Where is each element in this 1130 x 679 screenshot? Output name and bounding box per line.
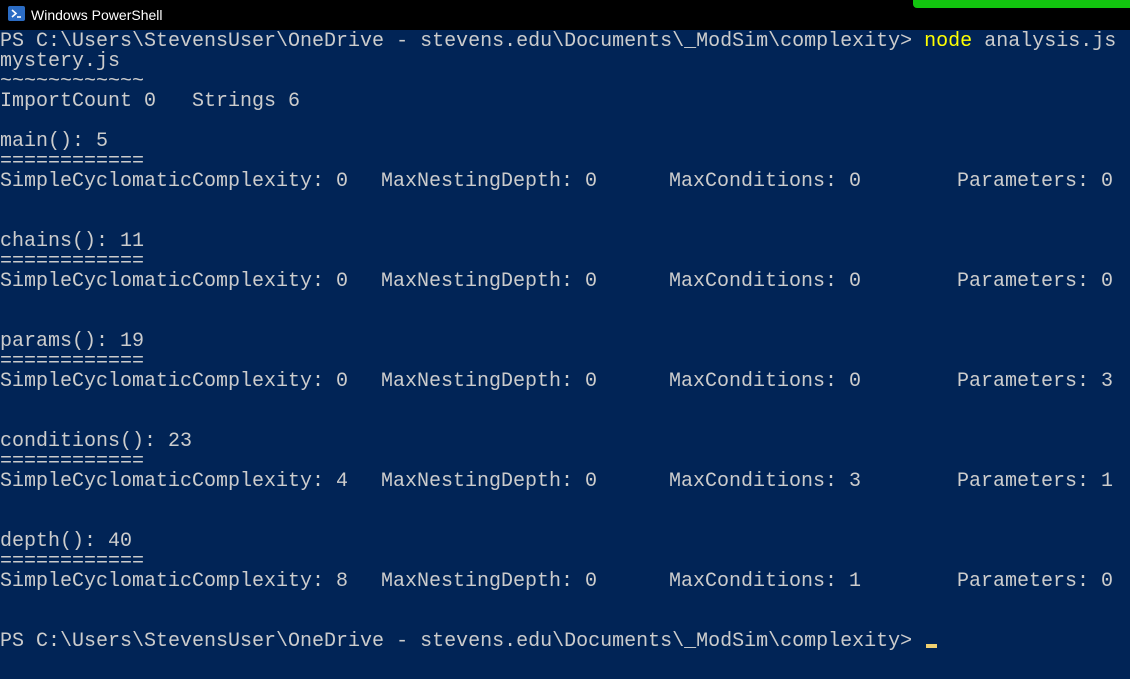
command-args: analysis.js xyxy=(984,30,1117,53)
simple-cyclomatic-complexity: SimpleCyclomaticComplexity: 0 xyxy=(0,270,349,293)
max-nesting-depth: MaxNestingDepth: 0 xyxy=(381,270,598,293)
max-nesting-depth: MaxNestingDepth: 0 xyxy=(381,570,598,593)
function-header: params(): 19 xyxy=(0,330,145,353)
metrics-row: SimpleCyclomaticComplexity: 0 MaxNestingD… xyxy=(0,272,1130,292)
function-header: main(): 5 xyxy=(0,130,109,153)
prompt-text: PS C:\Users\StevensUser\OneDrive - steve… xyxy=(0,30,913,53)
function-header: chains(): 11 xyxy=(0,230,145,253)
max-conditions: MaxConditions: 3 xyxy=(669,470,862,493)
powershell-icon xyxy=(8,6,25,21)
parameters: Parameters: 0 xyxy=(957,170,1114,193)
command-name: node xyxy=(924,30,973,53)
separator-line: ============ xyxy=(0,250,145,273)
separator-line: ============ xyxy=(0,450,145,473)
max-conditions: MaxConditions: 0 xyxy=(669,170,862,193)
parameters: Parameters: 1 xyxy=(957,470,1114,493)
console-output[interactable]: PS C:\Users\StevensUser\OneDrive - steve… xyxy=(0,32,1130,679)
max-conditions: MaxConditions: 0 xyxy=(669,270,862,293)
final-prompt-line[interactable]: PS C:\Users\StevensUser\OneDrive - steve… xyxy=(0,630,938,653)
function-header: depth(): 40 xyxy=(0,530,133,553)
max-nesting-depth: MaxNestingDepth: 0 xyxy=(381,170,598,193)
simple-cyclomatic-complexity: SimpleCyclomaticComplexity: 0 xyxy=(0,170,349,193)
window-title: Windows PowerShell xyxy=(31,7,163,23)
command-line: PS C:\Users\StevensUser\OneDrive - steve… xyxy=(0,32,1116,52)
command-wrap-line: mystery.js xyxy=(0,50,121,73)
metrics-row: SimpleCyclomaticComplexity: 8 MaxNestingD… xyxy=(0,572,1130,592)
tilde-underline: ~~~~~~~~~~~~ xyxy=(0,70,145,93)
max-nesting-depth: MaxNestingDepth: 0 xyxy=(381,470,598,493)
parameters: Parameters: 3 xyxy=(957,370,1114,393)
notification-tab[interactable] xyxy=(913,0,1130,8)
import-count-line: ImportCount 0 Strings 6 xyxy=(0,90,301,113)
simple-cyclomatic-complexity: SimpleCyclomaticComplexity: 4 xyxy=(0,470,349,493)
max-nesting-depth: MaxNestingDepth: 0 xyxy=(381,370,598,393)
separator-line: ============ xyxy=(0,350,145,373)
metrics-row: SimpleCyclomaticComplexity: 0 MaxNestingD… xyxy=(0,172,1130,192)
separator-line: ============ xyxy=(0,550,145,573)
parameters: Parameters: 0 xyxy=(957,270,1114,293)
max-conditions: MaxConditions: 0 xyxy=(669,370,862,393)
simple-cyclomatic-complexity: SimpleCyclomaticComplexity: 8 xyxy=(0,570,349,593)
function-header: conditions(): 23 xyxy=(0,430,193,453)
window-titlebar[interactable]: Windows PowerShell xyxy=(0,0,1130,30)
parameters: Parameters: 0 xyxy=(957,570,1114,593)
separator-line: ============ xyxy=(0,150,145,173)
metrics-row: SimpleCyclomaticComplexity: 4 MaxNestingD… xyxy=(0,472,1130,492)
max-conditions: MaxConditions: 1 xyxy=(669,570,862,593)
final-prompt-text: PS C:\Users\StevensUser\OneDrive - steve… xyxy=(0,630,913,653)
simple-cyclomatic-complexity: SimpleCyclomaticComplexity: 0 xyxy=(0,370,349,393)
metrics-row: SimpleCyclomaticComplexity: 0 MaxNestingD… xyxy=(0,372,1130,392)
text-cursor xyxy=(926,644,938,648)
